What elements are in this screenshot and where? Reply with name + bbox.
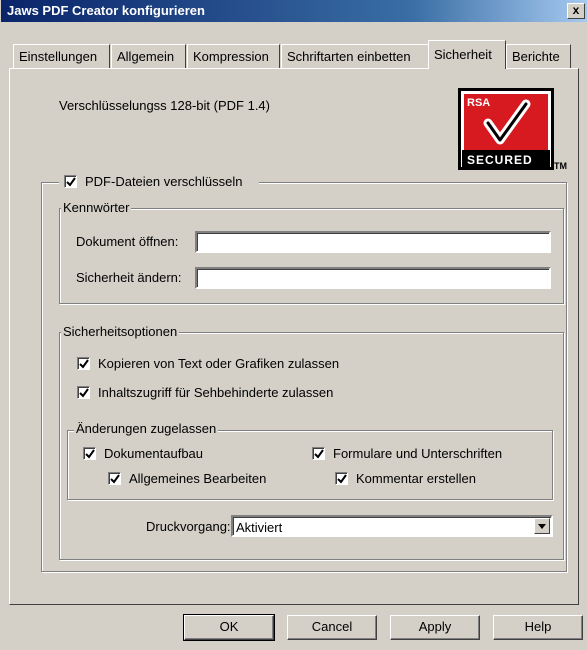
general-editing-label[interactable]: Allgemeines Bearbeiten [129,471,266,486]
chevron-down-icon [538,524,546,529]
check-icon [66,177,76,187]
check-icon [337,474,347,484]
rsa-logo-text: SECURED [467,153,533,167]
close-icon: x [572,3,580,17]
document-assembly-checkbox[interactable] [83,447,96,460]
check-icon [79,359,89,369]
changes-legend: Änderungen zugelassen [74,421,219,436]
copy-checkbox[interactable] [77,357,90,370]
encrypt-checkbox[interactable] [64,175,77,188]
cancel-button[interactable]: Cancel [287,615,377,640]
tab-einstellungen[interactable]: Einstellungen [13,44,110,68]
changes-groupbox [67,430,553,500]
rsa-secured-logo: RSA SECURED TM [458,88,567,171]
check-icon [110,474,120,484]
tab-allgemein[interactable]: Allgemein [111,44,186,68]
print-label: Druckvorgang: [146,519,231,534]
rsa-logo-tm: TM [554,161,567,171]
tab-schriftarten-einbetten[interactable]: Schriftarten einbetten [281,44,429,68]
change-security-password-field[interactable] [195,267,551,289]
change-security-label: Sicherheit ändern: [76,270,182,285]
tab-berichte[interactable]: Berichte [506,44,571,68]
comments-checkbox[interactable] [335,472,348,485]
tab-label: Allgemein [117,49,175,64]
check-icon [85,449,95,459]
document-assembly-label[interactable]: Dokumentaufbau [104,446,203,461]
tab-label: Einstellungen [19,49,98,64]
security-options-legend: Sicherheitsoptionen [61,324,180,339]
ok-button[interactable]: OK [183,614,275,641]
accessibility-checkbox[interactable] [77,386,90,399]
forms-signatures-label[interactable]: Formulare und Unterschriften [333,446,502,461]
tab-label: Berichte [512,49,560,64]
help-button[interactable]: Help [493,615,583,640]
rsa-logo-brand: RSA [467,97,490,109]
passwords-groupbox [59,208,564,304]
close-button[interactable]: x [567,3,585,19]
tab-kompression[interactable]: Kompression [187,44,280,68]
tab-label: Kompression [193,49,269,64]
comments-label[interactable]: Kommentar erstellen [356,471,476,486]
tab-label: Sicherheit [434,47,492,62]
accessibility-checkbox-label[interactable]: Inhaltszugriff für Sehbehinderte zulasse… [98,385,333,400]
forms-signatures-checkbox[interactable] [312,447,325,460]
document-open-password-field[interactable] [195,231,551,253]
dropdown-arrow-button[interactable] [534,518,550,534]
copy-checkbox-label[interactable]: Kopieren von Text oder Grafiken zulassen [98,356,339,371]
print-select[interactable]: Aktiviert [231,515,553,537]
dialog-window: Jaws PDF Creator konfigurieren x Einstel… [0,0,587,650]
encrypt-checkbox-label[interactable]: PDF-Dateien verschlüsseln [85,174,243,189]
check-icon [79,388,89,398]
title-bar[interactable]: Jaws PDF Creator konfigurieren x [1,0,587,22]
encryption-info: Verschlüsselungss 128-bit (PDF 1.4) [59,98,270,113]
document-open-label: Dokument öffnen: [76,234,179,249]
tab-sicherheit[interactable]: Sicherheit [428,40,506,69]
check-icon [314,449,324,459]
apply-button[interactable]: Apply [390,615,480,640]
passwords-legend: Kennwörter [61,200,132,215]
general-editing-checkbox[interactable] [108,472,121,485]
tab-label: Schriftarten einbetten [287,49,411,64]
window-title: Jaws PDF Creator konfigurieren [7,3,205,18]
print-select-value: Aktiviert [236,520,283,535]
